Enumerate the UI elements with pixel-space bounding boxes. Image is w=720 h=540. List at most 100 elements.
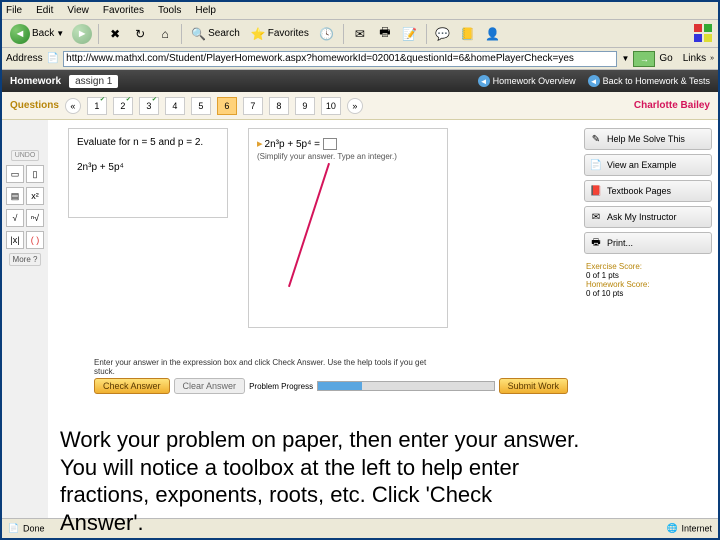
- submit-work-button[interactable]: Submit Work: [499, 378, 568, 394]
- page-icon: 📄: [47, 53, 59, 64]
- menu-bar: File Edit View Favorites Tools Help: [2, 2, 718, 20]
- tool-palette: UNDO ▭▯ ▤x² √ⁿ√ |x|( ) More ?: [2, 120, 48, 518]
- content-area: UNDO ▭▯ ▤x² √ⁿ√ |x|( ) More ? Evaluate f…: [2, 120, 718, 518]
- links-label[interactable]: Links: [683, 53, 706, 64]
- ask-instructor-button[interactable]: ✉Ask My Instructor: [584, 206, 712, 228]
- clear-answer-button[interactable]: Clear Answer: [174, 378, 246, 394]
- caret-icon: ▸: [257, 138, 263, 150]
- expression-text: 2n³p + 5p⁴: [77, 162, 219, 173]
- tool-fraction-h[interactable]: ▭: [6, 165, 24, 183]
- pencil-icon: ✎: [589, 132, 603, 146]
- refresh-button[interactable]: ↻: [129, 23, 151, 45]
- tool-mixed[interactable]: ▤: [6, 187, 24, 205]
- hw-overview-link[interactable]: ◄Homework Overview: [478, 75, 576, 87]
- tool-exponent[interactable]: x²: [26, 187, 44, 205]
- progress-row: Check Answer Clear Answer Problem Progre…: [94, 378, 568, 394]
- print-button-panel[interactable]: 🖶Print...: [584, 232, 712, 254]
- menu-favorites[interactable]: Favorites: [103, 5, 144, 16]
- history-button[interactable]: 🕓: [316, 23, 338, 45]
- toolbar: ◄Back▼ ► ✖ ↻ ⌂ 🔍Search ⭐Favorites 🕓 ✉ 🖶 …: [2, 20, 718, 48]
- q-5[interactable]: 5: [191, 97, 211, 115]
- answer-field[interactable]: [323, 138, 337, 150]
- help-solve-button[interactable]: ✎Help Me Solve This: [584, 128, 712, 150]
- progress-bar: [317, 381, 495, 391]
- mail-button[interactable]: ✉: [349, 23, 371, 45]
- go-button[interactable]: →: [633, 51, 655, 67]
- check-answer-button[interactable]: Check Answer: [94, 378, 170, 394]
- menu-help[interactable]: Help: [195, 5, 216, 16]
- score-box: Exercise Score: 0 of 1 pts Homework Scor…: [584, 258, 712, 302]
- address-input[interactable]: [63, 51, 617, 67]
- tool-paren[interactable]: ( ): [26, 231, 44, 249]
- printer-icon: 🖶: [589, 236, 603, 250]
- address-label: Address: [6, 53, 43, 64]
- q-3[interactable]: 3✔: [139, 97, 159, 115]
- answer-box: ▸2n³p + 5p⁴ = (Simplify your answer. Typ…: [248, 128, 448, 328]
- menu-view[interactable]: View: [67, 5, 89, 16]
- edit-button[interactable]: 📝: [399, 23, 421, 45]
- research-button[interactable]: 📒: [457, 23, 479, 45]
- textbook-button[interactable]: 📕Textbook Pages: [584, 180, 712, 202]
- home-button[interactable]: ⌂: [154, 23, 176, 45]
- book-icon: 📕: [589, 184, 603, 198]
- q-6[interactable]: 6: [217, 97, 237, 115]
- tool-sqrt[interactable]: √: [6, 209, 24, 227]
- q-8[interactable]: 8: [269, 97, 289, 115]
- done-icon: 📄: [8, 523, 20, 535]
- messenger-button[interactable]: 👤: [482, 23, 504, 45]
- more-tools[interactable]: More ?: [9, 253, 42, 266]
- instruction-overlay: Work your problem on paper, then enter y…: [60, 426, 580, 536]
- tool-nroot[interactable]: ⁿ√: [26, 209, 44, 227]
- question-bar: Questions « 1✔ 2✔ 3✔ 4 5 6 7 8 9 10 » Ch…: [2, 92, 718, 120]
- internet-icon: 🌐: [666, 523, 678, 535]
- homework-bar: Homework assign 1 ◄Homework Overview ◄Ba…: [2, 70, 718, 92]
- example-icon: 📄: [589, 158, 603, 172]
- back-button[interactable]: ◄Back▼: [6, 24, 68, 44]
- windows-flag-icon: [692, 22, 714, 44]
- problem-statement: Evaluate for n = 5 and p = 2. 2n³p + 5p⁴: [68, 128, 228, 218]
- status-internet: Internet: [681, 523, 712, 533]
- q-prev[interactable]: «: [65, 98, 81, 114]
- print-button[interactable]: 🖶: [374, 23, 396, 45]
- hw-title: Homework: [10, 76, 61, 87]
- forward-button[interactable]: ►: [71, 23, 93, 45]
- assignment-name: assign 1: [69, 75, 118, 88]
- q-next[interactable]: »: [347, 98, 363, 114]
- tool-abs[interactable]: |x|: [6, 231, 24, 249]
- user-name: Charlotte Bailey: [634, 100, 710, 111]
- q-9[interactable]: 9: [295, 97, 315, 115]
- menu-tools[interactable]: Tools: [158, 5, 181, 16]
- hw-back-link[interactable]: ◄Back to Homework & Tests: [588, 75, 710, 87]
- progress-label: Problem Progress: [249, 382, 313, 391]
- q-10[interactable]: 10: [321, 97, 341, 115]
- q-2[interactable]: 2✔: [113, 97, 133, 115]
- homework-score-label: Homework Score:: [586, 280, 710, 289]
- address-bar: Address 📄 ▼ → Go Links»: [2, 48, 718, 70]
- q-4[interactable]: 4: [165, 97, 185, 115]
- q-7[interactable]: 7: [243, 97, 263, 115]
- view-example-button[interactable]: 📄View an Example: [584, 154, 712, 176]
- q-1[interactable]: 1✔: [87, 97, 107, 115]
- mail-icon: ✉: [589, 210, 603, 224]
- menu-file[interactable]: File: [6, 5, 22, 16]
- exercise-score-label: Exercise Score:: [586, 262, 710, 271]
- search-button[interactable]: 🔍Search: [187, 23, 244, 45]
- tool-fraction-v[interactable]: ▯: [26, 165, 44, 183]
- discuss-button[interactable]: 💬: [432, 23, 454, 45]
- exercise-score-value: 0 of 1 pts: [586, 271, 710, 280]
- stop-button[interactable]: ✖: [104, 23, 126, 45]
- expr-equals: 2n³p + 5p⁴ =: [265, 139, 320, 150]
- homework-score-value: 0 of 10 pts: [586, 289, 710, 298]
- address-dropdown[interactable]: ▼: [621, 54, 629, 63]
- undo-button[interactable]: UNDO: [11, 150, 40, 161]
- questions-label: Questions: [10, 100, 59, 111]
- help-panel: ✎Help Me Solve This 📄View an Example 📕Te…: [578, 120, 718, 518]
- simplify-hint: (Simplify your answer. Type an integer.): [257, 152, 439, 161]
- browser-window: File Edit View Favorites Tools Help ◄Bac…: [0, 0, 720, 540]
- favorites-button[interactable]: ⭐Favorites: [247, 23, 313, 45]
- status-done: Done: [23, 523, 45, 533]
- eval-text: Evaluate for n = 5 and p = 2.: [77, 137, 219, 148]
- go-label: Go: [659, 53, 672, 64]
- tip-text: Enter your answer in the expression box …: [94, 358, 428, 376]
- menu-edit[interactable]: Edit: [36, 5, 53, 16]
